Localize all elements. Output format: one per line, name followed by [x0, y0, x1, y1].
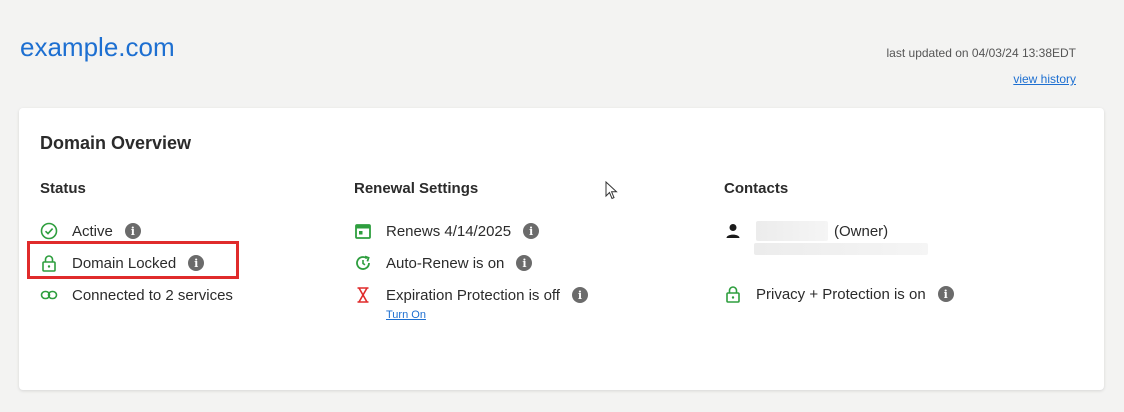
status-active-label: Active: [72, 222, 113, 240]
redacted-name: [756, 221, 828, 241]
privacy-label: Privacy + Protection is on: [756, 285, 926, 303]
view-history-link[interactable]: view history: [887, 66, 1076, 92]
auto-renew-icon: [354, 254, 372, 272]
privacy-row: Privacy + Protection is on i: [724, 282, 954, 306]
status-services-label[interactable]: Connected to 2 services: [72, 287, 233, 304]
expiration-protection-label: Expiration Protection is off: [386, 286, 560, 304]
check-circle-icon: [40, 222, 58, 240]
renewal-heading: Renewal Settings: [354, 180, 479, 197]
owner-label: (Owner): [834, 222, 889, 240]
status-services-row: Connected to 2 services: [40, 283, 233, 307]
owner-row: (Owner): [724, 219, 954, 243]
calendar-icon: [354, 222, 372, 240]
auto-renew-row: Auto-Renew is on i: [354, 251, 588, 275]
info-icon[interactable]: i: [516, 255, 533, 271]
person-icon: [724, 222, 742, 240]
lock-icon: [724, 285, 742, 303]
expiration-protection-row: Expiration Protection is off i: [354, 283, 588, 307]
info-icon[interactable]: i: [937, 286, 954, 302]
info-icon[interactable]: i: [523, 223, 540, 239]
redacted-email: [754, 243, 928, 255]
renews-label: Renews 4/14/2025: [386, 222, 512, 240]
domain-title: example.com: [20, 32, 175, 62]
hourglass-icon: [354, 286, 372, 304]
status-active-row: Active i: [40, 219, 233, 243]
info-icon[interactable]: i: [571, 287, 588, 303]
last-updated-text: last updated on 04/03/24 13:38EDT: [886, 46, 1076, 60]
mouse-cursor-icon: [605, 180, 619, 206]
last-updated: last updated on 04/03/24 13:38EDT view h…: [887, 40, 1076, 92]
link-icon: [40, 286, 58, 304]
renews-row: Renews 4/14/2025 i: [354, 219, 588, 243]
card-title: Domain Overview: [40, 133, 192, 153]
status-heading: Status: [40, 180, 86, 197]
info-icon[interactable]: i: [124, 223, 141, 239]
contacts-column: Contacts (Owner) Privacy + Protection is…: [724, 180, 954, 314]
contacts-heading: Contacts: [724, 180, 789, 197]
auto-renew-label: Auto-Renew is on: [386, 254, 505, 272]
domain-overview-card: Domain Overview Status Active i Domain L…: [19, 108, 1104, 390]
highlight-box: [27, 241, 239, 279]
turn-on-link[interactable]: Turn On: [386, 309, 588, 321]
renewal-column: Renewal Settings Renews 4/14/2025 i Auto…: [354, 180, 588, 321]
